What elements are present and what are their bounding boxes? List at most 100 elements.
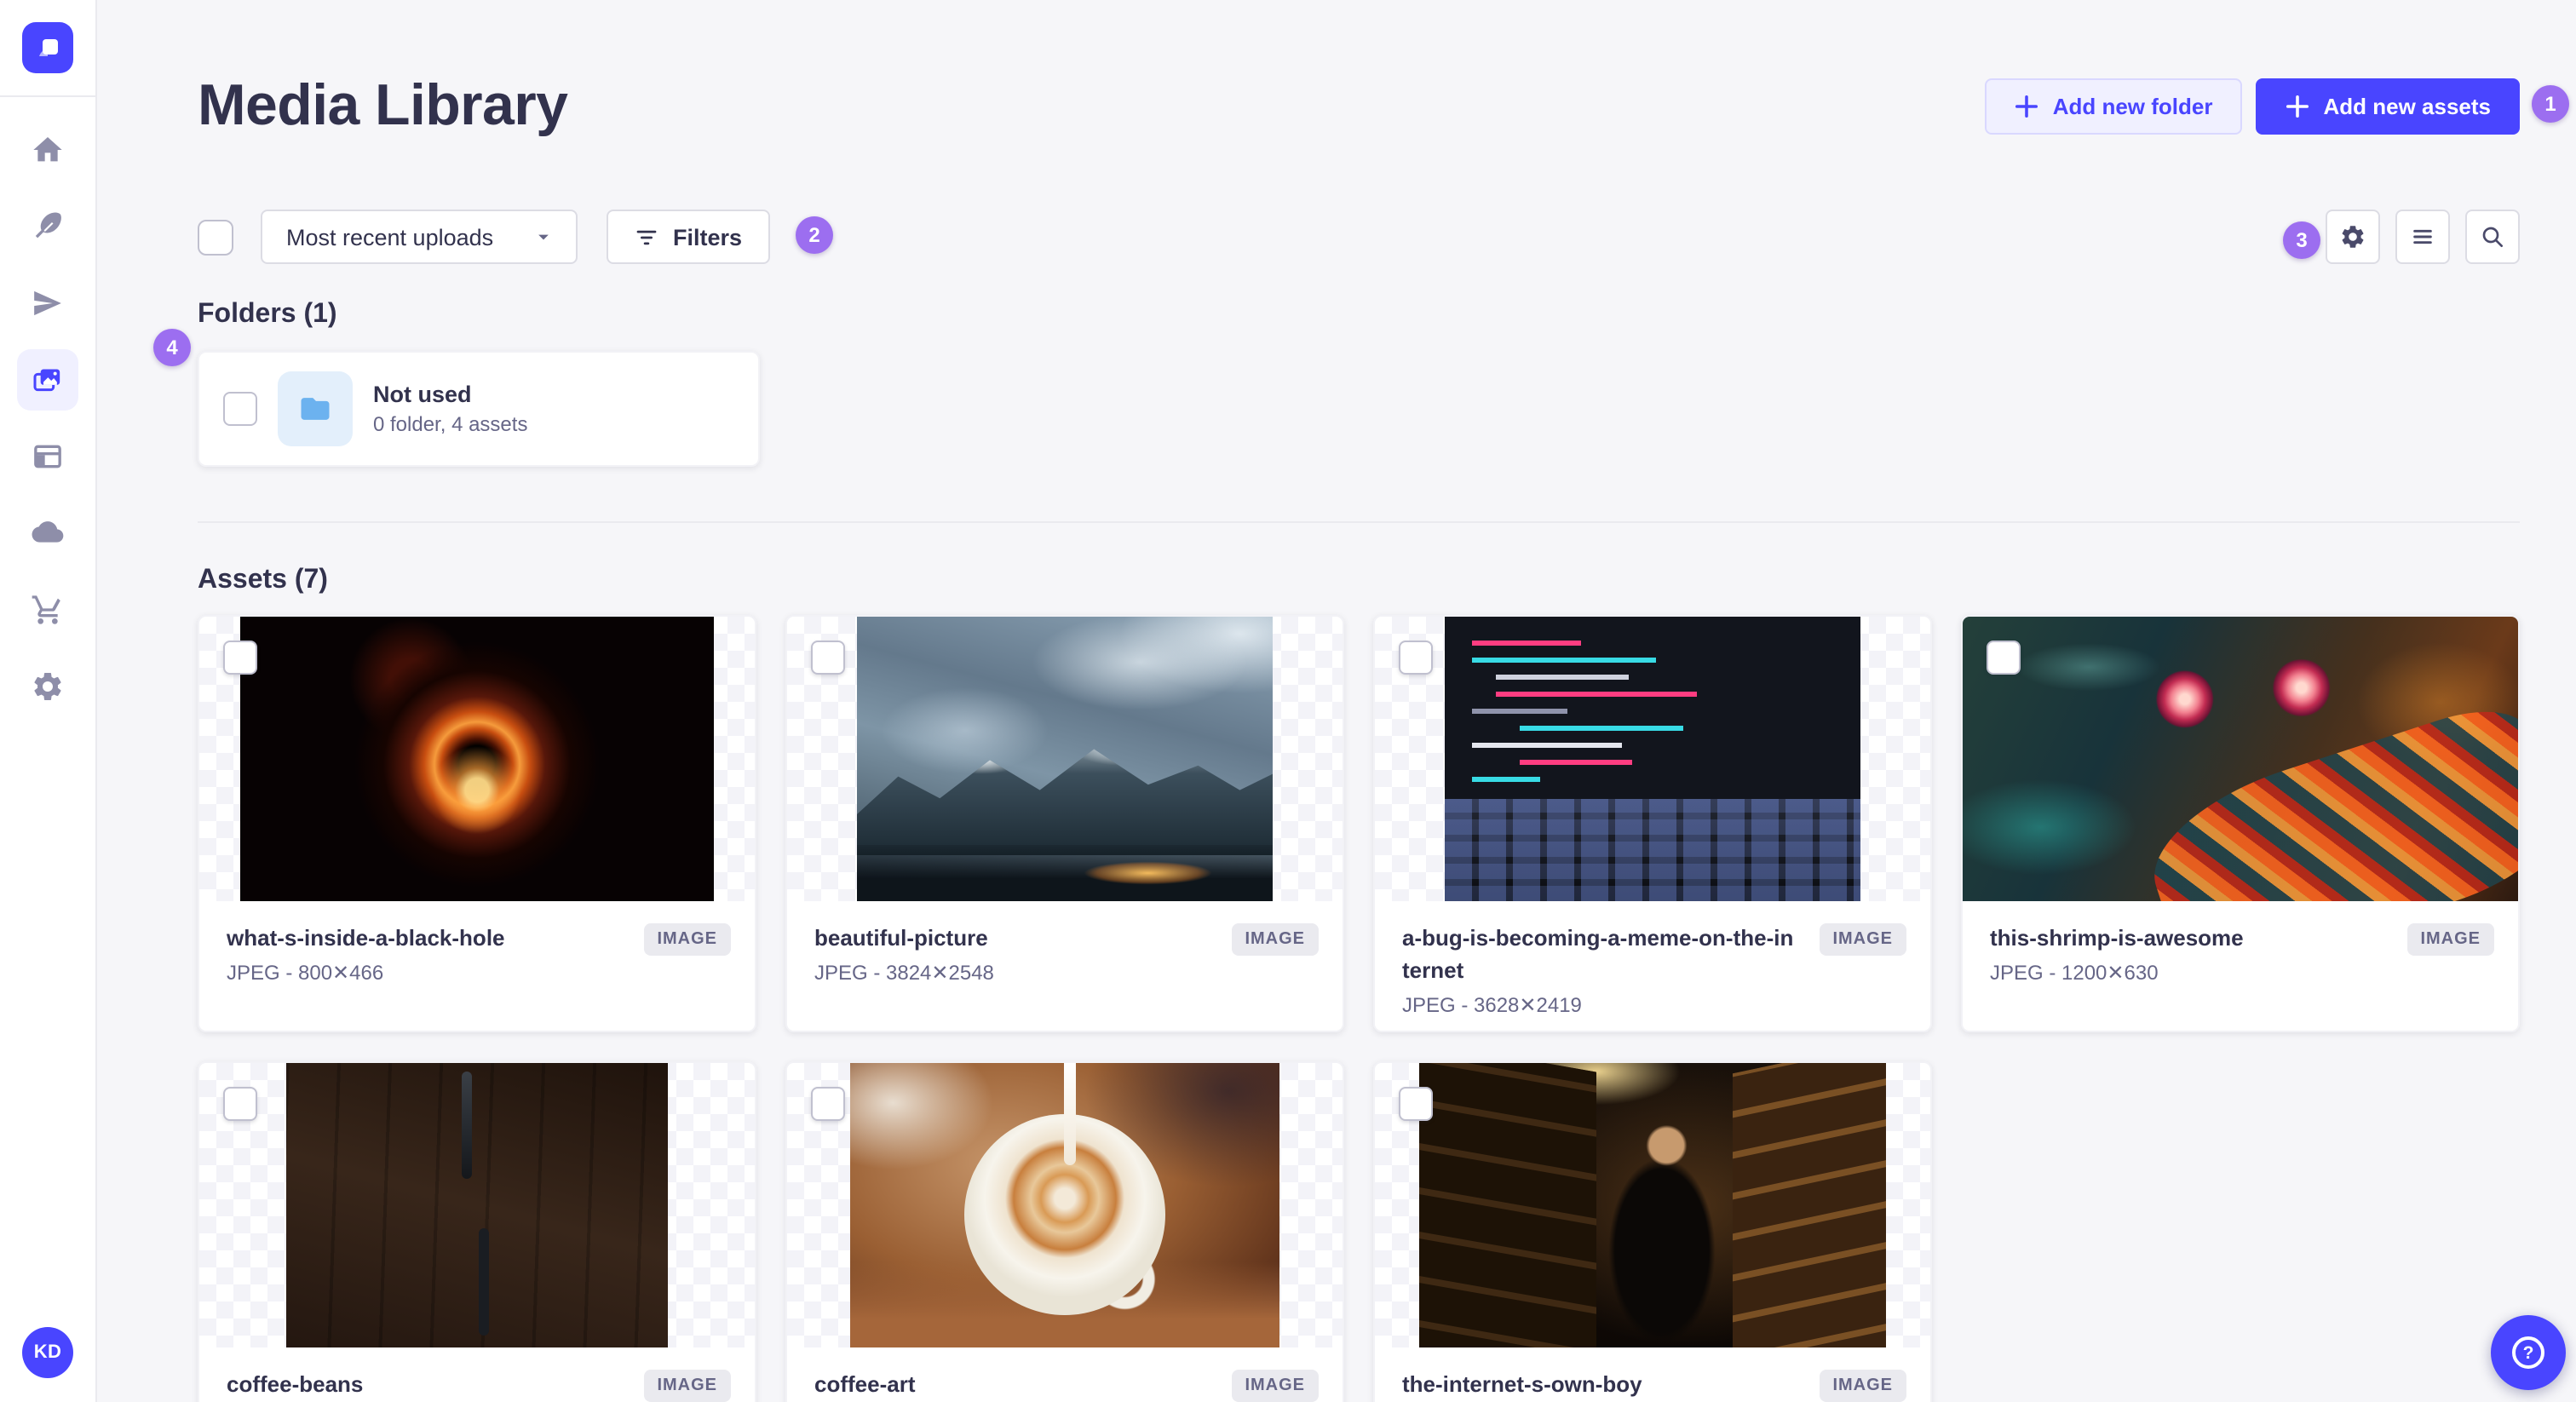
toolbar: Most recent uploads Filters <box>198 210 2520 264</box>
strapi-logo[interactable] <box>22 22 73 73</box>
folder-icon <box>301 398 330 420</box>
sidebar-nav <box>17 119 78 717</box>
sidebar-item-releases[interactable] <box>17 273 78 334</box>
asset-card[interactable]: coffee-art JPEG - 5824✕3259 IMAGE <box>785 1061 1344 1402</box>
asset-footer: beautiful-picture JPEG - 3824✕2548 IMAGE <box>787 901 1343 985</box>
asset-checkbox[interactable] <box>811 1087 845 1121</box>
feather-icon <box>35 212 61 238</box>
svg-text:?: ? <box>2523 1343 2534 1363</box>
folder-checkbox[interactable] <box>223 392 257 426</box>
annotation-badge-4: 4 <box>153 329 191 366</box>
sidebar-divider <box>0 95 96 97</box>
cloud-icon <box>32 521 64 543</box>
asset-type-badge: IMAGE <box>1819 1370 1906 1402</box>
add-new-assets-button[interactable]: Add new assets <box>2255 78 2520 134</box>
asset-checkbox[interactable] <box>1987 641 2021 675</box>
asset-thumbnail-area <box>199 1063 755 1347</box>
gear-icon <box>2342 226 2364 248</box>
sidebar-item-marketplace[interactable] <box>17 579 78 641</box>
asset-image <box>1444 617 1861 901</box>
asset-checkbox[interactable] <box>223 641 257 675</box>
asset-thumbnail-area <box>787 617 1343 901</box>
user-avatar[interactable]: KD <box>22 1327 73 1378</box>
filters-button[interactable]: Filters <box>607 210 770 264</box>
search-icon <box>2482 227 2503 247</box>
sidebar-item-content[interactable] <box>17 196 78 257</box>
question-mark-icon: ? <box>2512 1336 2544 1369</box>
asset-card[interactable]: beautiful-picture JPEG - 3824✕2548 IMAGE <box>785 615 1344 1032</box>
cart-icon <box>32 595 60 624</box>
page-header: Media Library Add new folder Add new ass… <box>198 68 2520 143</box>
gear-icon <box>34 673 61 700</box>
asset-checkbox[interactable] <box>811 641 845 675</box>
asset-meta: JPEG - 3628✕2419 <box>1402 992 1582 1017</box>
paper-plane-icon <box>34 290 61 316</box>
grid-settings-button[interactable] <box>2326 210 2380 264</box>
folder-info: Not used 0 folder, 4 assets <box>373 382 527 436</box>
asset-image <box>285 1063 669 1347</box>
asset-footer: coffee-art JPEG - 5824✕3259 IMAGE <box>787 1347 1343 1402</box>
asset-footer: what-s-inside-a-black-hole JPEG - 800✕46… <box>199 901 755 985</box>
section-divider <box>198 521 2520 523</box>
plus-icon <box>2015 94 2038 118</box>
asset-thumbnail-area <box>1375 1063 1930 1347</box>
sidebar-item-deploy[interactable] <box>17 503 78 564</box>
list-view-button[interactable] <box>2395 210 2450 264</box>
asset-checkbox[interactable] <box>223 1087 257 1121</box>
asset-thumbnail-area <box>1963 617 2518 901</box>
sort-dropdown-value: Most recent uploads <box>286 224 494 250</box>
asset-card[interactable]: coffee-beans JPEG - 5021✕3347 IMAGE <box>198 1061 756 1402</box>
header-actions: Add new folder Add new assets <box>1984 78 2520 134</box>
page-title: Media Library <box>198 72 568 137</box>
select-all-checkbox[interactable] <box>198 219 233 255</box>
asset-footer: coffee-beans JPEG - 5021✕3347 IMAGE <box>199 1347 755 1402</box>
sidebar-item-content-type-builder[interactable] <box>17 426 78 487</box>
asset-card[interactable]: this-shrimp-is-awesome JPEG - 1200✕630 I… <box>1961 615 2520 1032</box>
plus-icon <box>2286 94 2309 118</box>
asset-type-badge: IMAGE <box>643 923 731 956</box>
asset-checkbox[interactable] <box>1399 641 1433 675</box>
filters-label: Filters <box>673 224 743 250</box>
asset-image <box>850 1063 1279 1347</box>
add-new-assets-label: Add new assets <box>2323 93 2491 118</box>
filter-icon <box>636 229 657 244</box>
add-new-folder-label: Add new folder <box>2052 93 2213 118</box>
asset-type-badge: IMAGE <box>2406 923 2494 956</box>
asset-checkbox[interactable] <box>1399 1087 1433 1121</box>
add-new-folder-button[interactable]: Add new folder <box>1984 78 2242 134</box>
asset-card[interactable]: the-internet-s-own-boy JPEG - 1200✕707 I… <box>1373 1061 1932 1402</box>
sidebar: KD <box>0 0 97 1402</box>
asset-image <box>1419 1063 1886 1347</box>
asset-thumbnail-area <box>787 1063 1343 1347</box>
asset-type-badge: IMAGE <box>1819 923 1906 956</box>
layout-icon <box>34 445 61 468</box>
folder-name: Not used <box>373 382 472 407</box>
sidebar-item-media-library[interactable] <box>17 349 78 411</box>
asset-type-badge: IMAGE <box>1231 1370 1319 1402</box>
asset-image <box>240 617 714 901</box>
sidebar-item-settings[interactable] <box>17 656 78 717</box>
asset-meta: JPEG - 1200✕630 <box>1990 960 2159 985</box>
annotation-badge-2: 2 <box>796 216 833 254</box>
folder-tile <box>278 371 353 446</box>
asset-card[interactable]: what-s-inside-a-black-hole JPEG - 800✕46… <box>198 615 756 1032</box>
folder-card[interactable]: Not used 0 folder, 4 assets <box>198 351 760 467</box>
annotation-badge-1: 1 <box>2532 85 2569 123</box>
asset-type-badge: IMAGE <box>1231 923 1319 956</box>
main-content: Media Library Add new folder Add new ass… <box>97 0 2576 1402</box>
sort-dropdown[interactable]: Most recent uploads <box>261 210 578 264</box>
list-icon <box>2413 229 2432 244</box>
annotation-badge-3: 3 <box>2283 221 2320 259</box>
asset-thumbnail-area <box>199 617 755 901</box>
asset-thumbnail-area <box>1375 617 1930 901</box>
strapi-logo-glyph <box>38 38 57 55</box>
help-button[interactable]: ? <box>2491 1315 2566 1390</box>
sidebar-item-home[interactable] <box>17 119 78 181</box>
search-button[interactable] <box>2465 210 2520 264</box>
media-library-icon <box>33 369 60 392</box>
asset-meta: JPEG - 800✕466 <box>227 960 384 985</box>
asset-meta: JPEG - 3824✕2548 <box>814 960 994 985</box>
asset-card[interactable]: a-bug-is-becoming-a-meme-on-the-internet… <box>1373 615 1932 1032</box>
asset-image <box>1963 617 2518 901</box>
assets-grid: what-s-inside-a-black-hole JPEG - 800✕46… <box>198 615 2520 1402</box>
